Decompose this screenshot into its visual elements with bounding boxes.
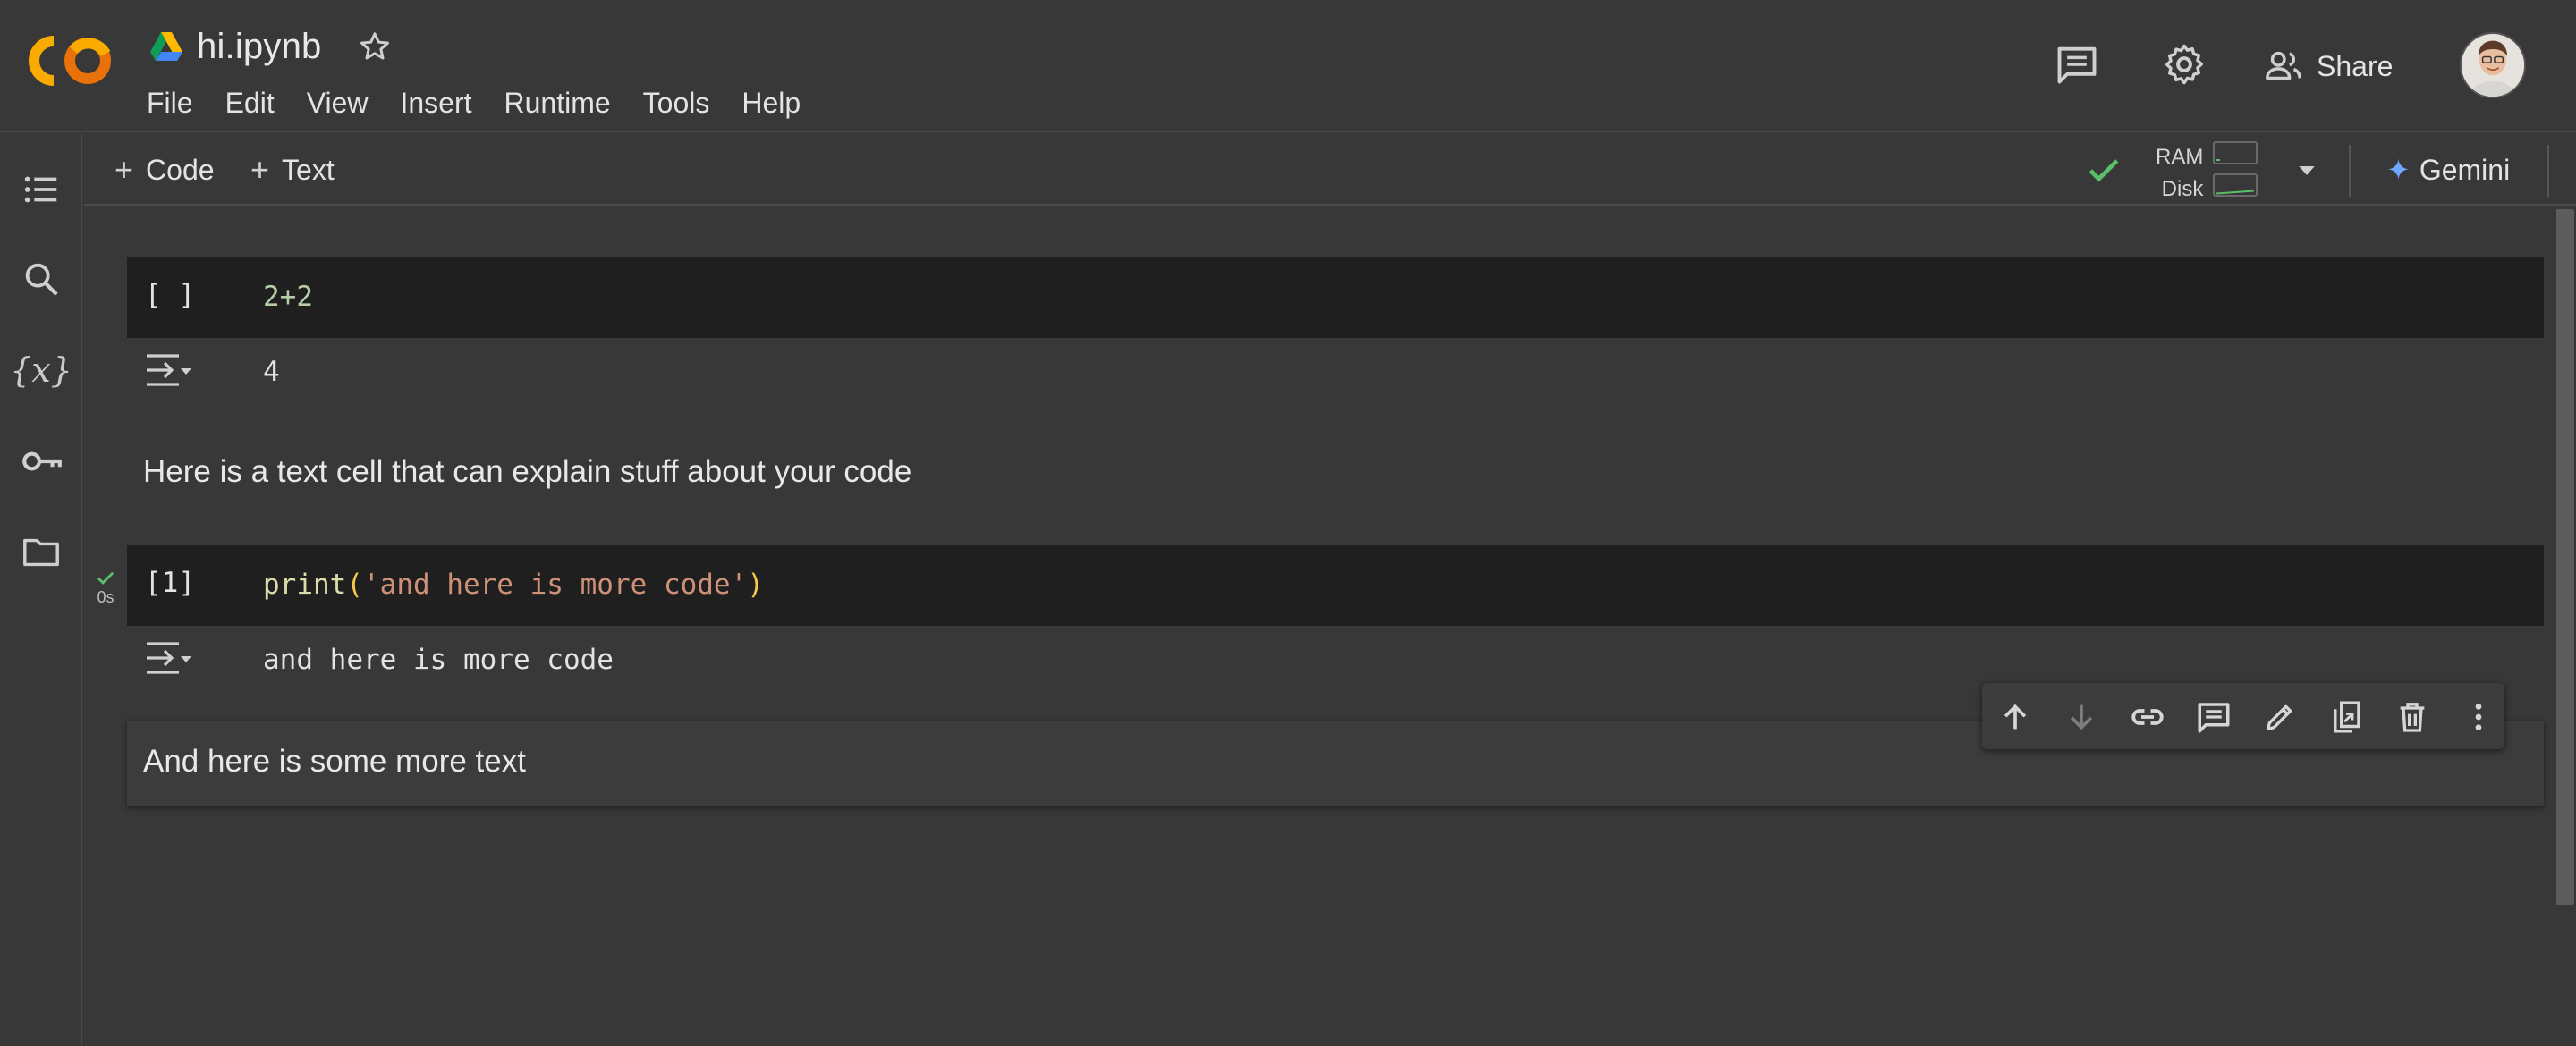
notebook-area: [ ] 2+2 4 Here is a text cell that can e… [84,207,2553,1046]
comment-icon [2198,703,2230,733]
add-comment-button[interactable] [2195,698,2233,736]
output-text: and here is more code [263,644,614,676]
star-icon[interactable] [357,29,393,64]
plus-icon: + [114,151,134,188]
output-actions-icon[interactable] [143,638,193,678]
copy-link-button[interactable] [2129,698,2166,736]
link-icon [2131,709,2164,725]
run-cell-button[interactable]: [1] [145,567,195,599]
code-cell[interactable]: [1] print('and here is more code') [127,545,2544,626]
move-cell-up-button[interactable] [1996,698,2034,736]
table-of-contents-icon [24,176,57,203]
mirror-cell-icon [2334,701,2360,733]
colab-app: hi.ipynb File Edit View Insert Runtime T… [0,0,2576,1046]
notebook-scrollbar[interactable] [2553,207,2576,1046]
secrets-button[interactable] [16,436,66,486]
code-token-function: print [263,569,347,601]
colab-logo[interactable] [27,34,116,88]
text-cell-content: And here is some more text [143,744,526,779]
menu-file[interactable]: File [131,80,209,125]
add-text-button[interactable]: + Text [250,150,335,190]
mirror-cell-button[interactable] [2327,698,2365,736]
gemini-sparkle-icon: ✦ [2386,154,2411,186]
arrow-down-icon [2070,704,2093,730]
left-rail: {x} [0,134,82,1046]
menubar: File Edit View Insert Runtime Tools Help [131,80,817,125]
profile-photo [2462,34,2524,97]
share-button[interactable]: Share [2263,39,2393,93]
delete-icon [2400,703,2425,732]
menu-help[interactable]: Help [725,80,817,125]
cell-output: and here is more code [127,626,2544,692]
menu-insert[interactable]: Insert [384,80,487,125]
menu-view[interactable]: View [291,80,385,125]
table-of-contents-button[interactable] [16,164,66,215]
plus-icon: + [250,151,270,188]
code-editor[interactable]: print('and here is more code') [263,569,764,601]
more-actions-button[interactable] [2460,698,2497,736]
add-text-label: Text [282,153,335,186]
code-token-paren: ( [346,569,363,601]
run-cell-button[interactable]: [ ] [145,279,195,311]
add-code-label: Code [146,153,215,186]
comment-icon [2057,46,2097,84]
search-button[interactable] [16,254,66,304]
scrollbar-thumb[interactable] [2556,209,2574,905]
run-success-check-icon [97,571,114,585]
disk-usage-bar[interactable] [2213,173,2258,197]
more-vert-icon [2475,704,2482,730]
settings-button[interactable] [2159,39,2209,89]
google-drive-icon [150,32,182,61]
share-label: Share [2317,49,2394,82]
gear-icon [2165,44,2204,85]
cell-toolbar [1982,683,2504,749]
ram-label: RAM [2156,145,2204,169]
code-cell[interactable]: [ ] 2+2 [127,257,2544,338]
cell-output: 4 [127,338,2544,404]
folder-icon [23,538,59,567]
code-editor[interactable]: 2+2 [263,281,313,313]
ram-usage-bar[interactable] [2213,141,2258,164]
comments-button[interactable] [2052,39,2102,89]
avatar[interactable] [2460,32,2526,98]
divider [2349,145,2351,197]
doc-title[interactable]: hi.ipynb [197,27,321,67]
menu-runtime[interactable]: Runtime [488,80,627,125]
people-icon [2266,51,2301,80]
text-cell-content: Here is a text cell that can explain stu… [143,454,912,489]
output-actions-icon[interactable] [143,350,193,390]
divider [2547,145,2549,197]
delete-cell-button[interactable] [2394,698,2431,736]
output-text: 4 [263,356,280,388]
connected-check-icon[interactable] [2084,150,2123,190]
doc-title-row: hi.ipynb [148,23,393,70]
files-button[interactable] [16,527,66,578]
run-time: 0s [97,588,114,606]
resource-labels[interactable]: RAM Disk [2156,141,2203,206]
gemini-label: Gemini [2419,153,2511,186]
disk-label: Disk [2161,177,2204,201]
run-status: 0s [93,565,118,607]
move-cell-down-button[interactable] [2063,698,2100,736]
arrow-up-icon [2004,704,2027,730]
key-icon [22,451,62,471]
header: hi.ipynb File Edit View Insert Runtime T… [0,0,2576,132]
menu-edit[interactable]: Edit [209,80,291,125]
code-token-string: 'and here is more code' [363,569,748,601]
variables-button[interactable]: {x} [10,345,72,395]
code-token-paren: ) [747,569,764,601]
edit-cell-button[interactable] [2261,698,2299,736]
text-cell[interactable]: Here is a text cell that can explain stu… [127,431,2544,517]
menu-tools[interactable]: Tools [627,80,726,125]
gemini-button[interactable]: ✦ Gemini [2386,150,2510,190]
edit-icon [2267,704,2292,730]
runtime-menu-caret-icon[interactable] [2293,157,2320,184]
notebook-toolbar: + Code + Text RAM Disk ✦ Gemini [84,134,2576,206]
search-icon [25,263,58,296]
add-code-button[interactable]: + Code [114,150,215,190]
variables-icon: {x} [10,350,72,390]
